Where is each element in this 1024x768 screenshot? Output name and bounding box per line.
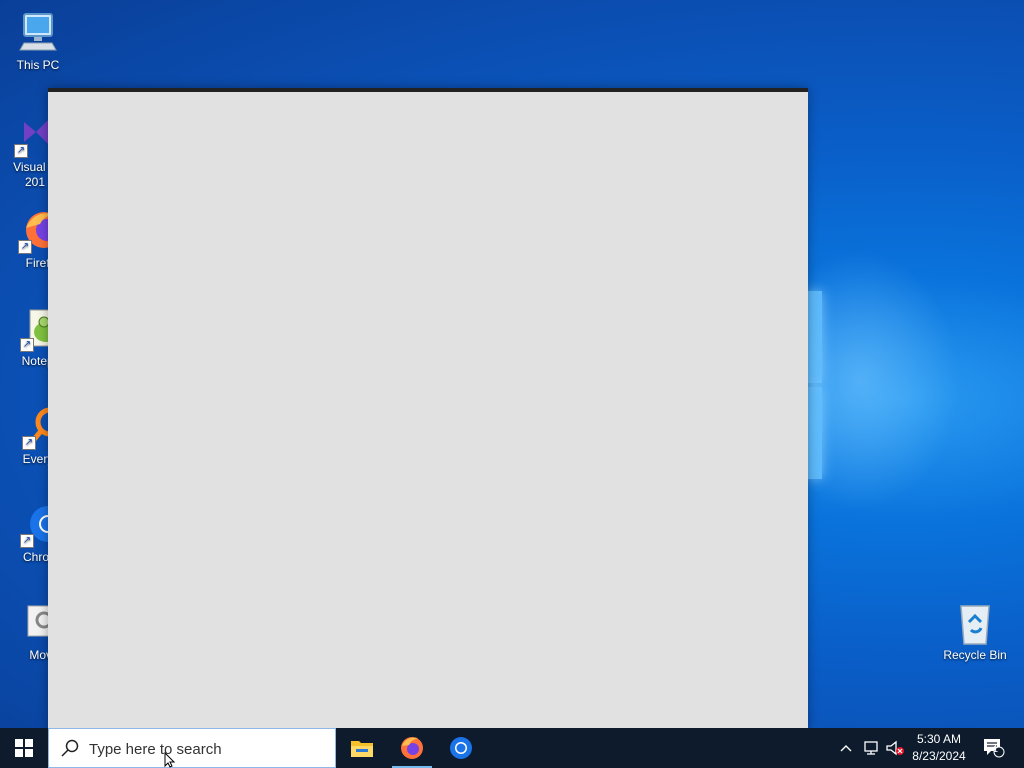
volume-muted-icon	[886, 740, 904, 756]
clock-time: 5:30 AM	[916, 732, 962, 746]
windows-logo-icon	[15, 739, 33, 757]
taskbar-file-explorer[interactable]	[338, 728, 386, 768]
network-icon	[864, 741, 878, 755]
application-window[interactable]	[48, 88, 808, 732]
search-input[interactable]	[87, 735, 331, 763]
shortcut-arrow-icon: ↗	[14, 144, 28, 158]
clock-date: 8/23/2024	[912, 749, 966, 763]
wallpaper-logo-pane-bottom	[808, 387, 822, 479]
tray-overflow-button[interactable]	[836, 728, 856, 768]
chevron-up-icon	[840, 745, 852, 752]
shortcut-arrow-icon: ↗	[18, 240, 32, 254]
taskbar-clock[interactable]: 5:30 AM 8/23/2024	[906, 731, 972, 765]
taskbar-chrome[interactable]	[437, 728, 485, 768]
shortcut-arrow-icon: ↗	[20, 338, 34, 352]
desktop-icon-recycle-bin[interactable]: Recycle Bin	[935, 600, 1015, 662]
chrome-icon	[450, 737, 472, 759]
shortcut-arrow-icon: ↗	[20, 534, 34, 548]
taskbar: 5:30 AM 8/23/2024 1	[0, 728, 1024, 768]
shortcut-arrow-icon: ↗	[22, 436, 36, 450]
tray-network-button[interactable]	[860, 728, 882, 768]
file-explorer-icon	[351, 741, 373, 757]
search-icon	[61, 739, 79, 757]
taskbar-firefox[interactable]	[388, 728, 436, 768]
action-center-button[interactable]: 1	[980, 728, 1008, 768]
computer-icon	[16, 10, 60, 54]
notification-count-badge: 1	[993, 744, 999, 754]
recycle-bin-icon	[953, 600, 997, 645]
mouse-cursor-icon	[164, 752, 176, 768]
start-button[interactable]	[0, 728, 48, 768]
desktop-icon-label: This PC	[16, 58, 60, 72]
desktop-icon-this-pc[interactable]: This PC	[0, 10, 78, 72]
tray-volume-button[interactable]	[884, 728, 906, 768]
wallpaper-logo-pane-top	[808, 291, 822, 383]
taskbar-search-box[interactable]	[48, 728, 336, 768]
firefox-icon	[401, 737, 423, 759]
desktop-icon-label: Recycle Bin	[943, 648, 1007, 662]
